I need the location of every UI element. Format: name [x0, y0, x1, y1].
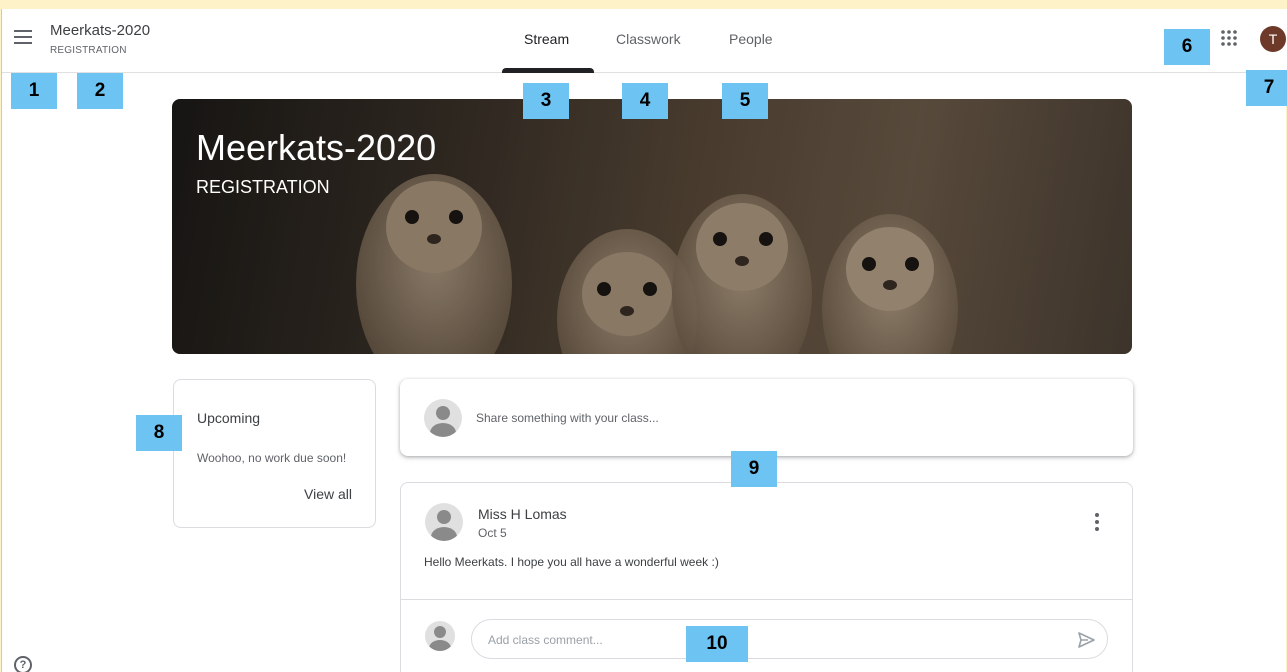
post-date: Oct 5 [478, 526, 507, 540]
apps-grid-icon[interactable] [1220, 29, 1238, 47]
commenter-avatar-icon [425, 621, 455, 651]
send-icon[interactable] [1076, 630, 1096, 650]
user-avatar-icon [424, 399, 462, 437]
callout-10: 10 [686, 626, 748, 662]
hamburger-menu-icon[interactable] [14, 30, 32, 44]
more-vertical-icon[interactable] [1089, 513, 1105, 535]
post-divider [401, 599, 1132, 600]
post-body: Hello Meerkats. I hope you all have a wo… [424, 555, 719, 569]
class-name[interactable]: Meerkats-2020 [50, 22, 150, 39]
callout-5: 5 [722, 83, 768, 119]
class-section: REGISTRATION [50, 45, 127, 56]
callout-9: 9 [731, 451, 777, 487]
banner-class-name[interactable]: Meerkats-2020 [196, 127, 436, 169]
top-bar: Meerkats-2020 REGISTRATION Stream Classw… [2, 9, 1287, 73]
class-banner: Meerkats-2020 REGISTRATION [172, 99, 1132, 354]
share-announcement-box[interactable]: Share something with your class... [400, 379, 1133, 456]
comment-placeholder: Add class comment... [488, 633, 603, 647]
upcoming-card: Upcoming Woohoo, no work due soon! View … [173, 379, 376, 528]
tab-stream[interactable]: Stream [524, 31, 569, 47]
callout-3: 3 [523, 83, 569, 119]
active-tab-indicator [502, 68, 594, 73]
callout-1: 1 [11, 73, 57, 109]
tab-people[interactable]: People [729, 31, 773, 47]
account-avatar[interactable]: T [1260, 26, 1286, 52]
help-icon[interactable]: ? [14, 656, 32, 672]
view-all-link[interactable]: View all [304, 486, 352, 502]
author-avatar-icon [425, 503, 463, 541]
callout-4: 4 [622, 83, 668, 119]
post-author: Miss H Lomas [478, 506, 567, 522]
callout-6: 6 [1164, 29, 1210, 65]
callout-8: 8 [136, 415, 182, 451]
callout-2: 2 [77, 73, 123, 109]
class-comment-input[interactable]: Add class comment... [471, 619, 1108, 659]
share-placeholder: Share something with your class... [476, 411, 659, 425]
stream-post: Miss H Lomas Oct 5 Hello Meerkats. I hop… [400, 482, 1133, 672]
upcoming-title: Upcoming [197, 410, 261, 426]
banner-class-section: REGISTRATION [196, 177, 330, 197]
callout-7: 7 [1246, 70, 1287, 106]
tab-classwork[interactable]: Classwork [616, 31, 681, 47]
upcoming-message: Woohoo, no work due soon! [197, 451, 347, 465]
